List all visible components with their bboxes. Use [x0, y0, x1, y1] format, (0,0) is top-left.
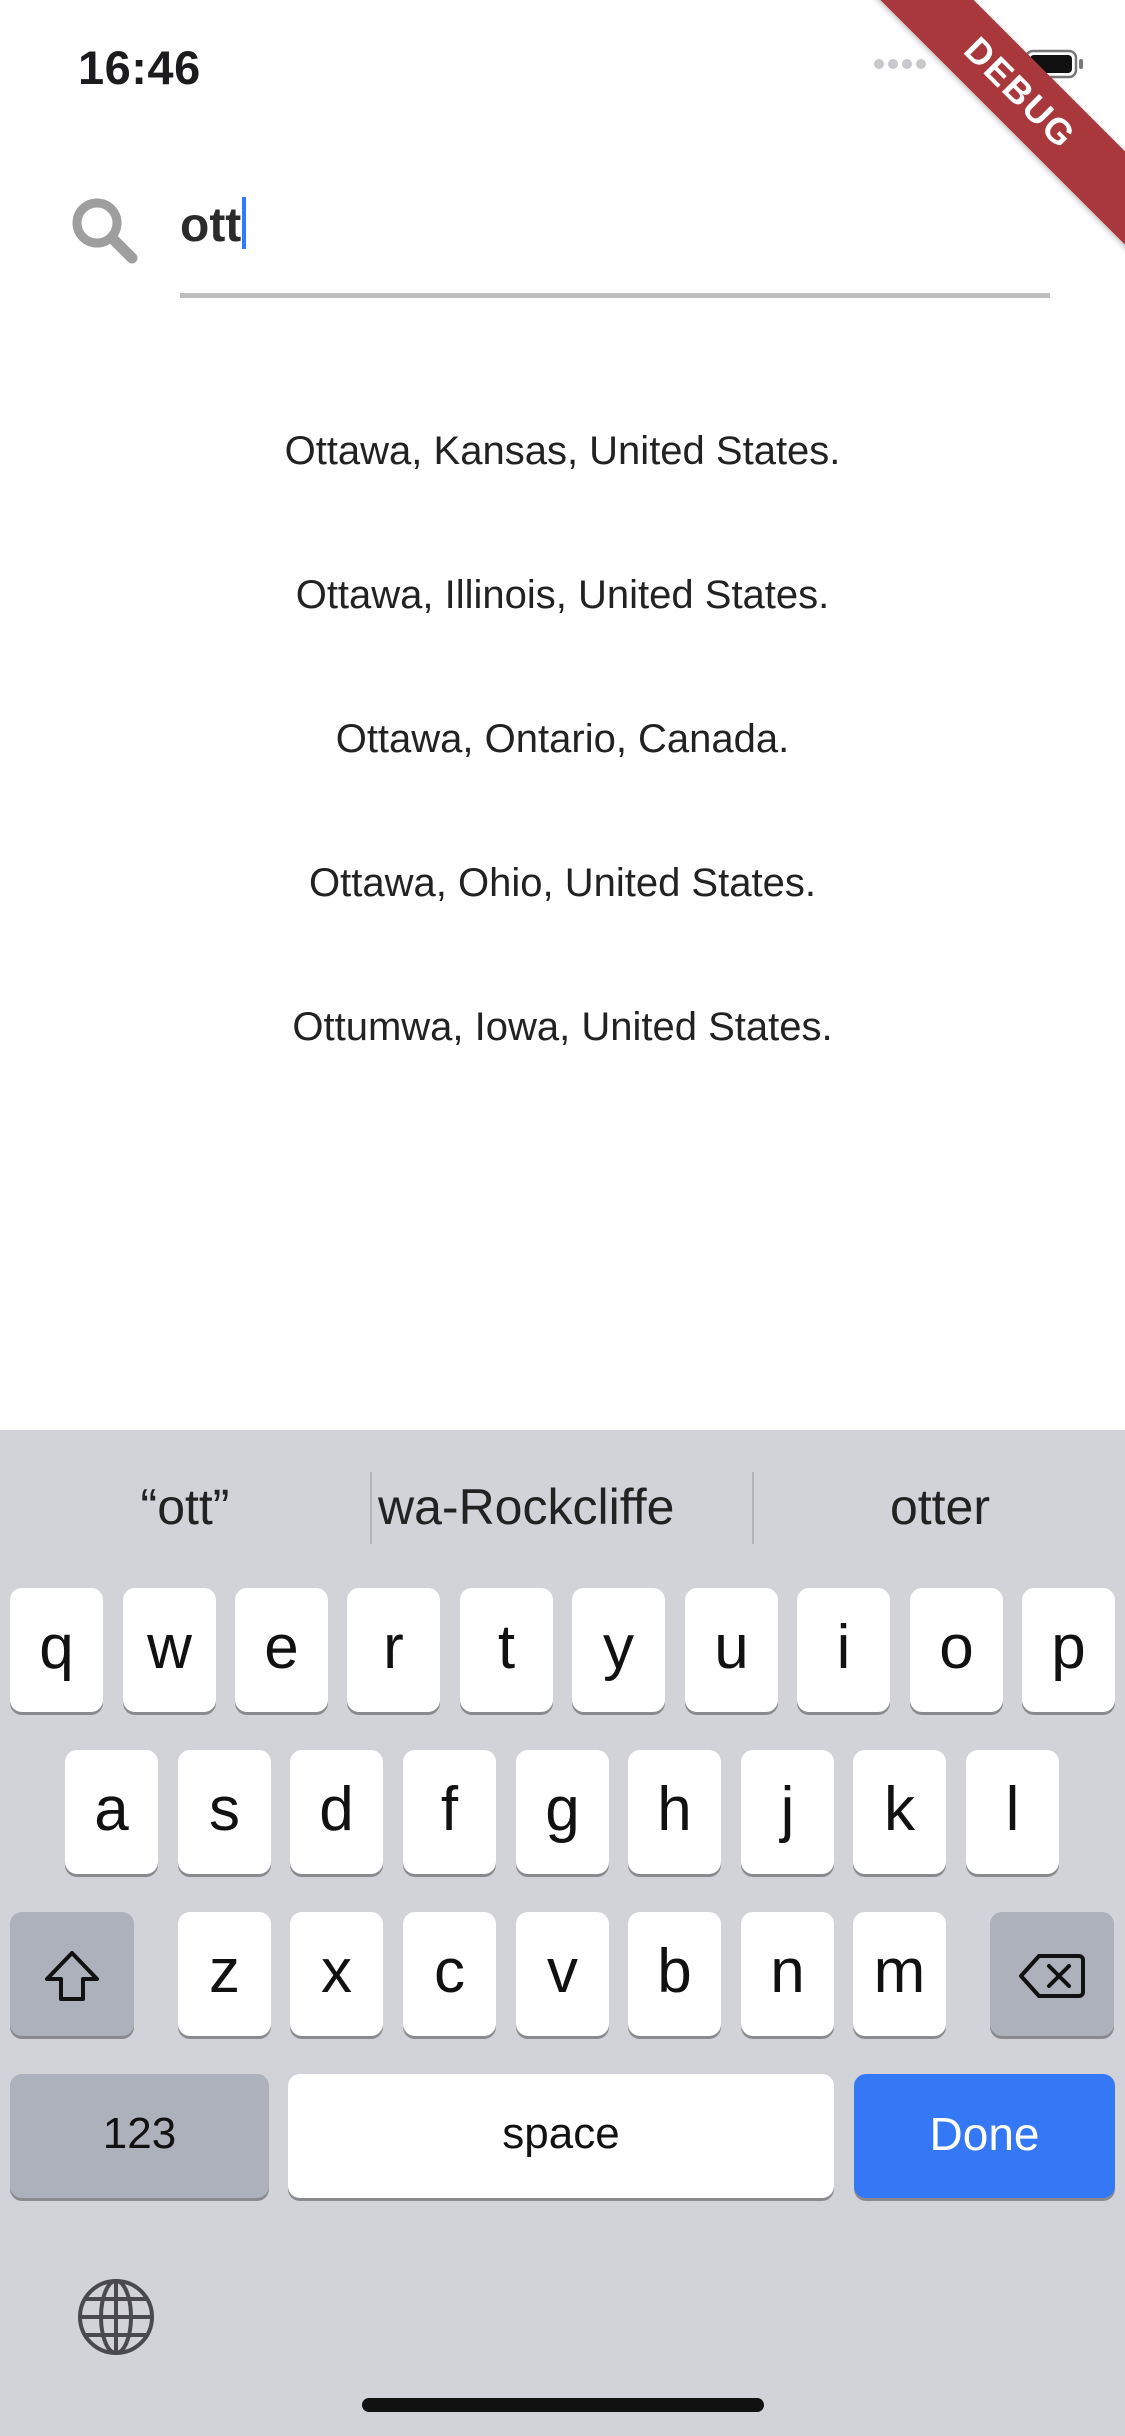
- numbers-key[interactable]: 123: [10, 2074, 269, 2198]
- result-item[interactable]: Ottawa, Illinois, United States.: [0, 559, 1125, 703]
- result-item[interactable]: Ottawa, Kansas, United States.: [0, 415, 1125, 559]
- suggestion-divider: [370, 1472, 372, 1544]
- home-indicator[interactable]: [362, 2398, 764, 2412]
- delete-key[interactable]: [990, 1912, 1114, 2036]
- results-list: Ottawa, Kansas, United States. Ottawa, I…: [0, 415, 1125, 1135]
- key-r[interactable]: r: [347, 1588, 440, 1712]
- key-w[interactable]: w: [123, 1588, 216, 1712]
- shift-icon: [41, 1937, 103, 2006]
- key-a[interactable]: a: [65, 1750, 158, 1874]
- search-icon: [70, 196, 138, 269]
- key-b[interactable]: b: [628, 1912, 721, 2036]
- key-k[interactable]: k: [853, 1750, 946, 1874]
- key-v[interactable]: v: [516, 1912, 609, 2036]
- result-item[interactable]: Ottawa, Ontario, Canada.: [0, 703, 1125, 847]
- key-l[interactable]: l: [966, 1750, 1059, 1874]
- suggestion-divider: [752, 1472, 754, 1544]
- shift-key[interactable]: [10, 1912, 134, 2036]
- backspace-icon: [1017, 1937, 1087, 2006]
- key-y[interactable]: y: [572, 1588, 665, 1712]
- result-item[interactable]: Ottumwa, Iowa, United States.: [0, 991, 1125, 1135]
- key-z[interactable]: z: [178, 1912, 271, 2036]
- key-m[interactable]: m: [853, 1912, 946, 2036]
- key-p[interactable]: p: [1022, 1588, 1115, 1712]
- key-i[interactable]: i: [797, 1588, 890, 1712]
- globe-icon[interactable]: [76, 2277, 156, 2362]
- done-button[interactable]: Done: [854, 2074, 1115, 2198]
- key-h[interactable]: h: [628, 1750, 721, 1874]
- suggestion-middle[interactable]: wa-Rockcliffe: [378, 1478, 718, 1536]
- key-c[interactable]: c: [403, 1912, 496, 2036]
- search-input[interactable]: ott: [180, 175, 1050, 298]
- cellular-signal-icon: [873, 57, 927, 76]
- status-time: 16:46: [78, 41, 201, 94]
- key-u[interactable]: u: [685, 1588, 778, 1712]
- suggestion-bar: “ott” wa-Rockcliffe otter: [0, 1430, 1125, 1580]
- key-t[interactable]: t: [460, 1588, 553, 1712]
- key-o[interactable]: o: [910, 1588, 1003, 1712]
- space-key[interactable]: space: [288, 2074, 834, 2198]
- suggestion-otter[interactable]: otter: [790, 1478, 1090, 1536]
- search-input-value: ott: [180, 199, 242, 252]
- key-f[interactable]: f: [403, 1750, 496, 1874]
- result-item[interactable]: Ottawa, Ohio, United States.: [0, 847, 1125, 991]
- key-e[interactable]: e: [235, 1588, 328, 1712]
- key-n[interactable]: n: [741, 1912, 834, 2036]
- key-g[interactable]: g: [516, 1750, 609, 1874]
- key-x[interactable]: x: [290, 1912, 383, 2036]
- suggestion-quoted[interactable]: “ott”: [40, 1478, 330, 1536]
- key-j[interactable]: j: [741, 1750, 834, 1874]
- keyboard: “ott” wa-Rockcliffe otter q w e r t y u …: [0, 1430, 1125, 2436]
- text-caret: [242, 197, 247, 249]
- key-s[interactable]: s: [178, 1750, 271, 1874]
- key-d[interactable]: d: [290, 1750, 383, 1874]
- key-q[interactable]: q: [10, 1588, 103, 1712]
